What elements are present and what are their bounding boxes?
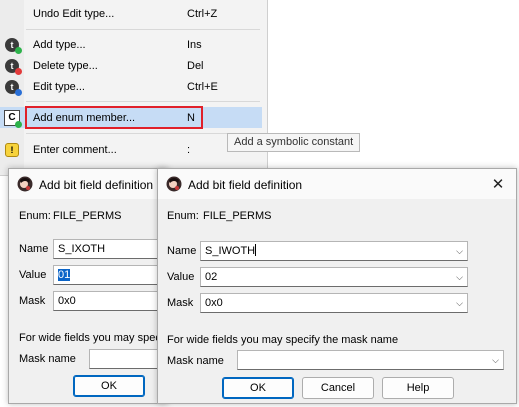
mask-label: Mask — [167, 297, 194, 309]
enum-label: Enum: — [19, 210, 51, 222]
menu-item-label: Edit type... — [33, 80, 85, 93]
enum-label: Enum: — [167, 210, 199, 222]
menu-separator — [26, 133, 260, 134]
wide-fields-hint: For wide fields you may specify the mask… — [167, 334, 399, 346]
mask-name-label: Mask name — [167, 355, 224, 367]
ok-button[interactable]: OK — [73, 375, 145, 397]
dialog-titlebar: Add bit field definition — [9, 169, 167, 199]
menu-item-shortcut: Ctrl+Z — [187, 7, 218, 20]
tooltip: Add a symbolic constant — [227, 133, 361, 152]
chevron-down-icon[interactable]: ⌵ — [456, 242, 463, 260]
app-icon — [166, 176, 182, 192]
menu-item-shortcut: Del — [187, 59, 204, 72]
menu-item-shortcut: Ins — [187, 38, 202, 51]
menu-item-label: Add type... — [33, 38, 86, 51]
value-label: Value — [19, 269, 47, 281]
name-input[interactable]: S_IXOTH — [53, 239, 173, 259]
enum-value: FILE_PERMS — [53, 210, 122, 222]
wide-fields-hint: For wide fields you may specify — [19, 332, 172, 344]
chevron-down-icon[interactable]: ⌵ — [456, 268, 463, 286]
annotation-highlight-box — [25, 106, 203, 129]
name-combobox[interactable]: S_IWOTH ⌵ — [200, 241, 468, 261]
menu-item-label: Delete type... — [33, 59, 98, 72]
cancel-button[interactable]: Cancel — [302, 377, 374, 399]
menu-separator — [26, 29, 260, 30]
mask-name-label: Mask name — [19, 353, 76, 365]
add-type-icon: t — [5, 37, 22, 54]
dialog-title: Add bit field definition — [188, 178, 303, 192]
close-icon[interactable]: ✕ — [488, 174, 508, 194]
value-combobox[interactable]: 02 ⌵ — [200, 267, 468, 287]
mask-input[interactable]: 0x0 — [53, 291, 173, 311]
value-label: Value — [167, 271, 195, 283]
mask-label: Mask — [19, 295, 46, 307]
menu-separator — [26, 101, 260, 102]
chevron-down-icon[interactable]: ⌵ — [456, 294, 463, 312]
dialog-titlebar: Add bit field definition ✕ — [158, 169, 516, 199]
menu-item-shortcut: : — [187, 143, 191, 156]
menu-item-shortcut: Ctrl+E — [187, 80, 218, 93]
edit-type-icon: t — [5, 79, 22, 96]
delete-type-icon: t — [5, 58, 22, 75]
ok-button[interactable]: OK — [222, 377, 294, 399]
back-dialog: Add bit field definition Enum: FILE_PERM… — [8, 168, 173, 404]
dialog-title: Add bit field definition — [39, 178, 154, 192]
help-button[interactable]: Help — [382, 377, 454, 399]
menu-item-delete-type[interactable]: t Delete type... Del — [0, 55, 262, 76]
menu-item-enter-comment[interactable]: ! Enter comment... : — [0, 139, 262, 160]
front-dialog: Add bit field definition ✕ Enum: FILE_PE… — [157, 168, 517, 404]
menu-item-edit-type[interactable]: t Edit type... Ctrl+E — [0, 76, 262, 97]
mask-name-combobox[interactable]: ⌵ — [237, 350, 504, 370]
value-input[interactable]: 01 — [53, 265, 173, 285]
menu-item-label: Undo Edit type... — [33, 7, 115, 20]
name-label: Name — [19, 243, 49, 255]
name-label: Name — [167, 245, 197, 257]
menu-item-add-type[interactable]: t Add type... Ins — [0, 34, 262, 55]
enum-value: FILE_PERMS — [203, 210, 272, 222]
add-enum-member-icon: C — [4, 109, 22, 128]
menu-item-undo-edit-type[interactable]: Undo Edit type... Ctrl+Z — [0, 3, 262, 24]
comment-icon: ! — [5, 142, 19, 157]
menu-item-label: Enter comment... — [33, 143, 117, 156]
chevron-down-icon[interactable]: ⌵ — [492, 351, 499, 369]
mask-combobox[interactable]: 0x0 ⌵ — [200, 293, 468, 313]
app-icon — [17, 176, 33, 192]
